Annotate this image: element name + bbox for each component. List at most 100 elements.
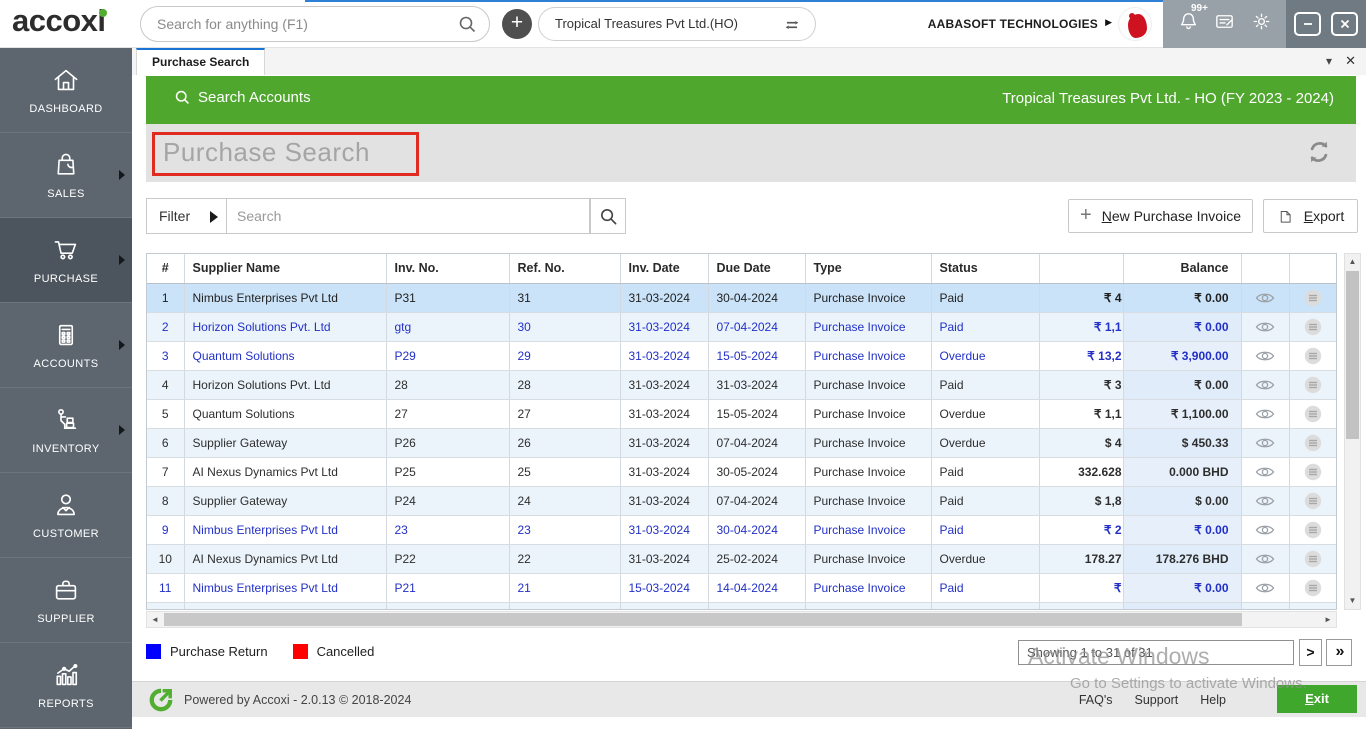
bag-icon [51, 150, 81, 185]
submenu-arrow-icon [119, 255, 125, 265]
sidebar-item-accounts[interactable]: ACCOUNTS [0, 303, 132, 388]
table-search-input[interactable] [227, 199, 589, 233]
sidebar-item-reports[interactable]: REPORTS [0, 643, 132, 728]
filter-dropdown[interactable]: Filter [147, 199, 227, 233]
table-header-row: # Supplier Name Inv. No. Ref. No. Inv. D… [147, 254, 1336, 283]
tab-close-icon[interactable]: ✕ [1345, 53, 1356, 69]
horizontal-scrollbar[interactable]: ◄ ► [146, 611, 1337, 628]
powered-by-label: Powered by Accoxi - 2.0.13 © 2018-2024 [184, 682, 411, 718]
row-menu-icon[interactable] [1304, 493, 1322, 507]
search-submit-button[interactable] [590, 198, 626, 234]
row-menu-icon[interactable] [1304, 377, 1322, 391]
account-name[interactable]: AABASOFT TECHNOLOGIES [928, 17, 1098, 31]
exit-button[interactable]: Exit [1277, 685, 1357, 713]
export-button[interactable]: Export [1263, 199, 1358, 233]
faqs-link[interactable]: FAQ's [1079, 693, 1113, 707]
scroll-up-icon[interactable]: ▲ [1345, 254, 1360, 270]
global-search-input[interactable] [157, 8, 447, 40]
company-selector-label: Tropical Treasures Pvt Ltd.(HO) [555, 16, 738, 31]
app-window: accoxi + Tropical Treasures Pvt Ltd.(HO)… [0, 0, 1366, 729]
view-icon[interactable] [1255, 464, 1275, 478]
view-icon[interactable] [1255, 290, 1275, 304]
message-icon[interactable] [1213, 10, 1236, 38]
view-icon[interactable] [1255, 377, 1275, 391]
avatar[interactable] [1118, 7, 1152, 41]
table-row[interactable]: 6 Supplier Gateway P26 26 31-03-2024 07-… [147, 428, 1336, 457]
view-icon[interactable] [1255, 609, 1275, 610]
topbar: accoxi + Tropical Treasures Pvt Ltd.(HO)… [0, 0, 1366, 48]
bell-icon[interactable] [1177, 10, 1200, 38]
table-row[interactable]: 8 Supplier Gateway P24 24 31-03-2024 07-… [147, 486, 1336, 515]
row-menu-icon[interactable] [1304, 580, 1322, 594]
sidebar-item-purchase[interactable]: PURCHASE [0, 218, 132, 303]
scroll-right-icon[interactable]: ► [1320, 612, 1336, 627]
search-accounts[interactable]: Search Accounts [174, 89, 311, 106]
company-selector[interactable]: Tropical Treasures Pvt Ltd.(HO) [538, 7, 816, 41]
view-icon[interactable] [1255, 493, 1275, 507]
legend: Purchase Return Cancelled [146, 644, 399, 659]
help-link[interactable]: Help [1200, 693, 1226, 707]
vertical-scrollbar[interactable]: ▲ ▼ [1344, 253, 1361, 610]
close-button[interactable] [1331, 12, 1358, 36]
table-row[interactable]: 9 Nimbus Enterprises Pvt Ltd 23 23 31-03… [147, 515, 1336, 544]
sidebar-item-supplier[interactable]: SUPPLIER [0, 558, 132, 643]
tab-purchase-search[interactable]: Purchase Search [136, 48, 265, 75]
quick-add-button[interactable]: + [502, 9, 532, 39]
pagination-next-button[interactable]: > [1299, 639, 1322, 666]
table-row[interactable]: 11 Nimbus Enterprises Pvt Ltd P21 21 15-… [147, 573, 1336, 602]
annotation-box: Purchase Search [152, 132, 419, 176]
row-menu-icon[interactable] [1304, 406, 1322, 420]
row-menu-icon[interactable] [1304, 609, 1322, 610]
legend-red-swatch [293, 644, 308, 659]
legend-blue-swatch [146, 644, 161, 659]
switch-company-icon[interactable] [781, 14, 803, 41]
row-menu-icon[interactable] [1304, 290, 1322, 304]
view-icon[interactable] [1255, 348, 1275, 362]
table-row[interactable]: 1 Nimbus Enterprises Pvt Ltd P31 31 31-0… [147, 283, 1336, 312]
legend-purchase-return: Purchase Return [146, 644, 268, 659]
table-row[interactable]: 2 Horizon Solutions Pvt. Ltd gtg 30 31-0… [147, 312, 1336, 341]
view-icon[interactable] [1255, 319, 1275, 333]
horizontal-scroll-thumb[interactable] [164, 613, 1242, 626]
footer-links: FAQ's Support Help [1079, 682, 1226, 717]
table-body: 1 Nimbus Enterprises Pvt Ltd P31 31 31-0… [147, 283, 1336, 610]
new-purchase-invoice-button[interactable]: + New Purchase Invoice [1068, 199, 1253, 233]
view-icon[interactable] [1255, 406, 1275, 420]
table-row[interactable]: 4 Horizon Solutions Pvt. Ltd 28 28 31-03… [147, 370, 1336, 399]
table-row[interactable]: 10 AI Nexus Dynamics Pvt Ltd P22 22 31-0… [147, 544, 1336, 573]
gear-icon[interactable] [1250, 10, 1273, 38]
scroll-left-icon[interactable]: ◄ [147, 612, 163, 627]
table-row[interactable]: 12 Quantum Solutions P20 20 29-01-2024 1… [147, 602, 1336, 610]
scroll-down-icon[interactable]: ▼ [1345, 593, 1360, 609]
support-link[interactable]: Support [1135, 693, 1179, 707]
row-menu-icon[interactable] [1304, 348, 1322, 362]
view-icon[interactable] [1255, 435, 1275, 449]
sidebar-item-dashboard[interactable]: DASHBOARD [0, 48, 132, 133]
vertical-scroll-thumb[interactable] [1346, 271, 1359, 439]
row-menu-icon[interactable] [1304, 435, 1322, 449]
invoice-table: # Supplier Name Inv. No. Ref. No. Inv. D… [146, 253, 1337, 610]
row-menu-icon[interactable] [1304, 319, 1322, 333]
global-search[interactable] [140, 6, 490, 42]
minimize-button[interactable] [1294, 12, 1321, 36]
plus-icon: + [1080, 204, 1092, 227]
view-icon[interactable] [1255, 522, 1275, 536]
tab-dropdown-icon[interactable]: ▾ [1326, 54, 1332, 68]
row-menu-icon[interactable] [1304, 464, 1322, 478]
table-row[interactable]: 7 AI Nexus Dynamics Pvt Ltd P25 25 31-03… [147, 457, 1336, 486]
sidebar-item-customer[interactable]: CUSTOMER [0, 473, 132, 558]
table-row[interactable]: 3 Quantum Solutions P29 29 31-03-2024 15… [147, 341, 1336, 370]
briefcase-icon [51, 575, 81, 610]
row-menu-icon[interactable] [1304, 551, 1322, 565]
account-caret-icon: ▶ [1105, 17, 1112, 28]
company-fy-label: Tropical Treasures Pvt Ltd. - HO (FY 202… [1002, 90, 1334, 107]
refresh-icon[interactable] [1304, 137, 1334, 172]
search-icon[interactable] [457, 14, 477, 39]
table-row[interactable]: 5 Quantum Solutions 27 27 31-03-2024 15-… [147, 399, 1336, 428]
view-icon[interactable] [1255, 551, 1275, 565]
row-menu-icon[interactable] [1304, 522, 1322, 536]
pagination-last-button[interactable]: » [1326, 639, 1352, 666]
sidebar-item-sales[interactable]: SALES [0, 133, 132, 218]
sidebar-item-inventory[interactable]: INVENTORY [0, 388, 132, 473]
view-icon[interactable] [1255, 580, 1275, 594]
